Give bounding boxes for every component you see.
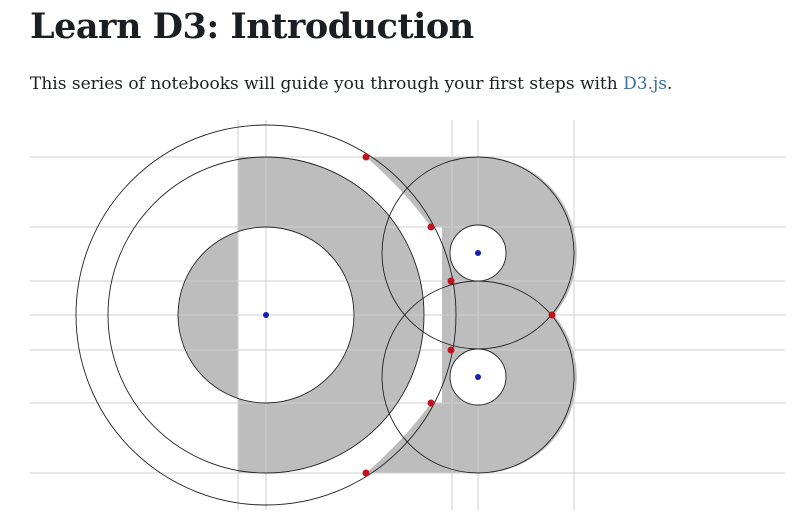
center-point (475, 250, 481, 256)
d3-logo-construction-diagram (30, 120, 785, 510)
center-point (263, 312, 269, 318)
tangent-point (447, 346, 455, 354)
tangent-point (447, 277, 455, 285)
tangent-point (362, 469, 370, 477)
tangent-point (427, 223, 435, 231)
center-point (475, 374, 481, 380)
tangent-point (362, 153, 370, 161)
tangent-point (427, 399, 435, 407)
tangent-point (548, 311, 556, 319)
